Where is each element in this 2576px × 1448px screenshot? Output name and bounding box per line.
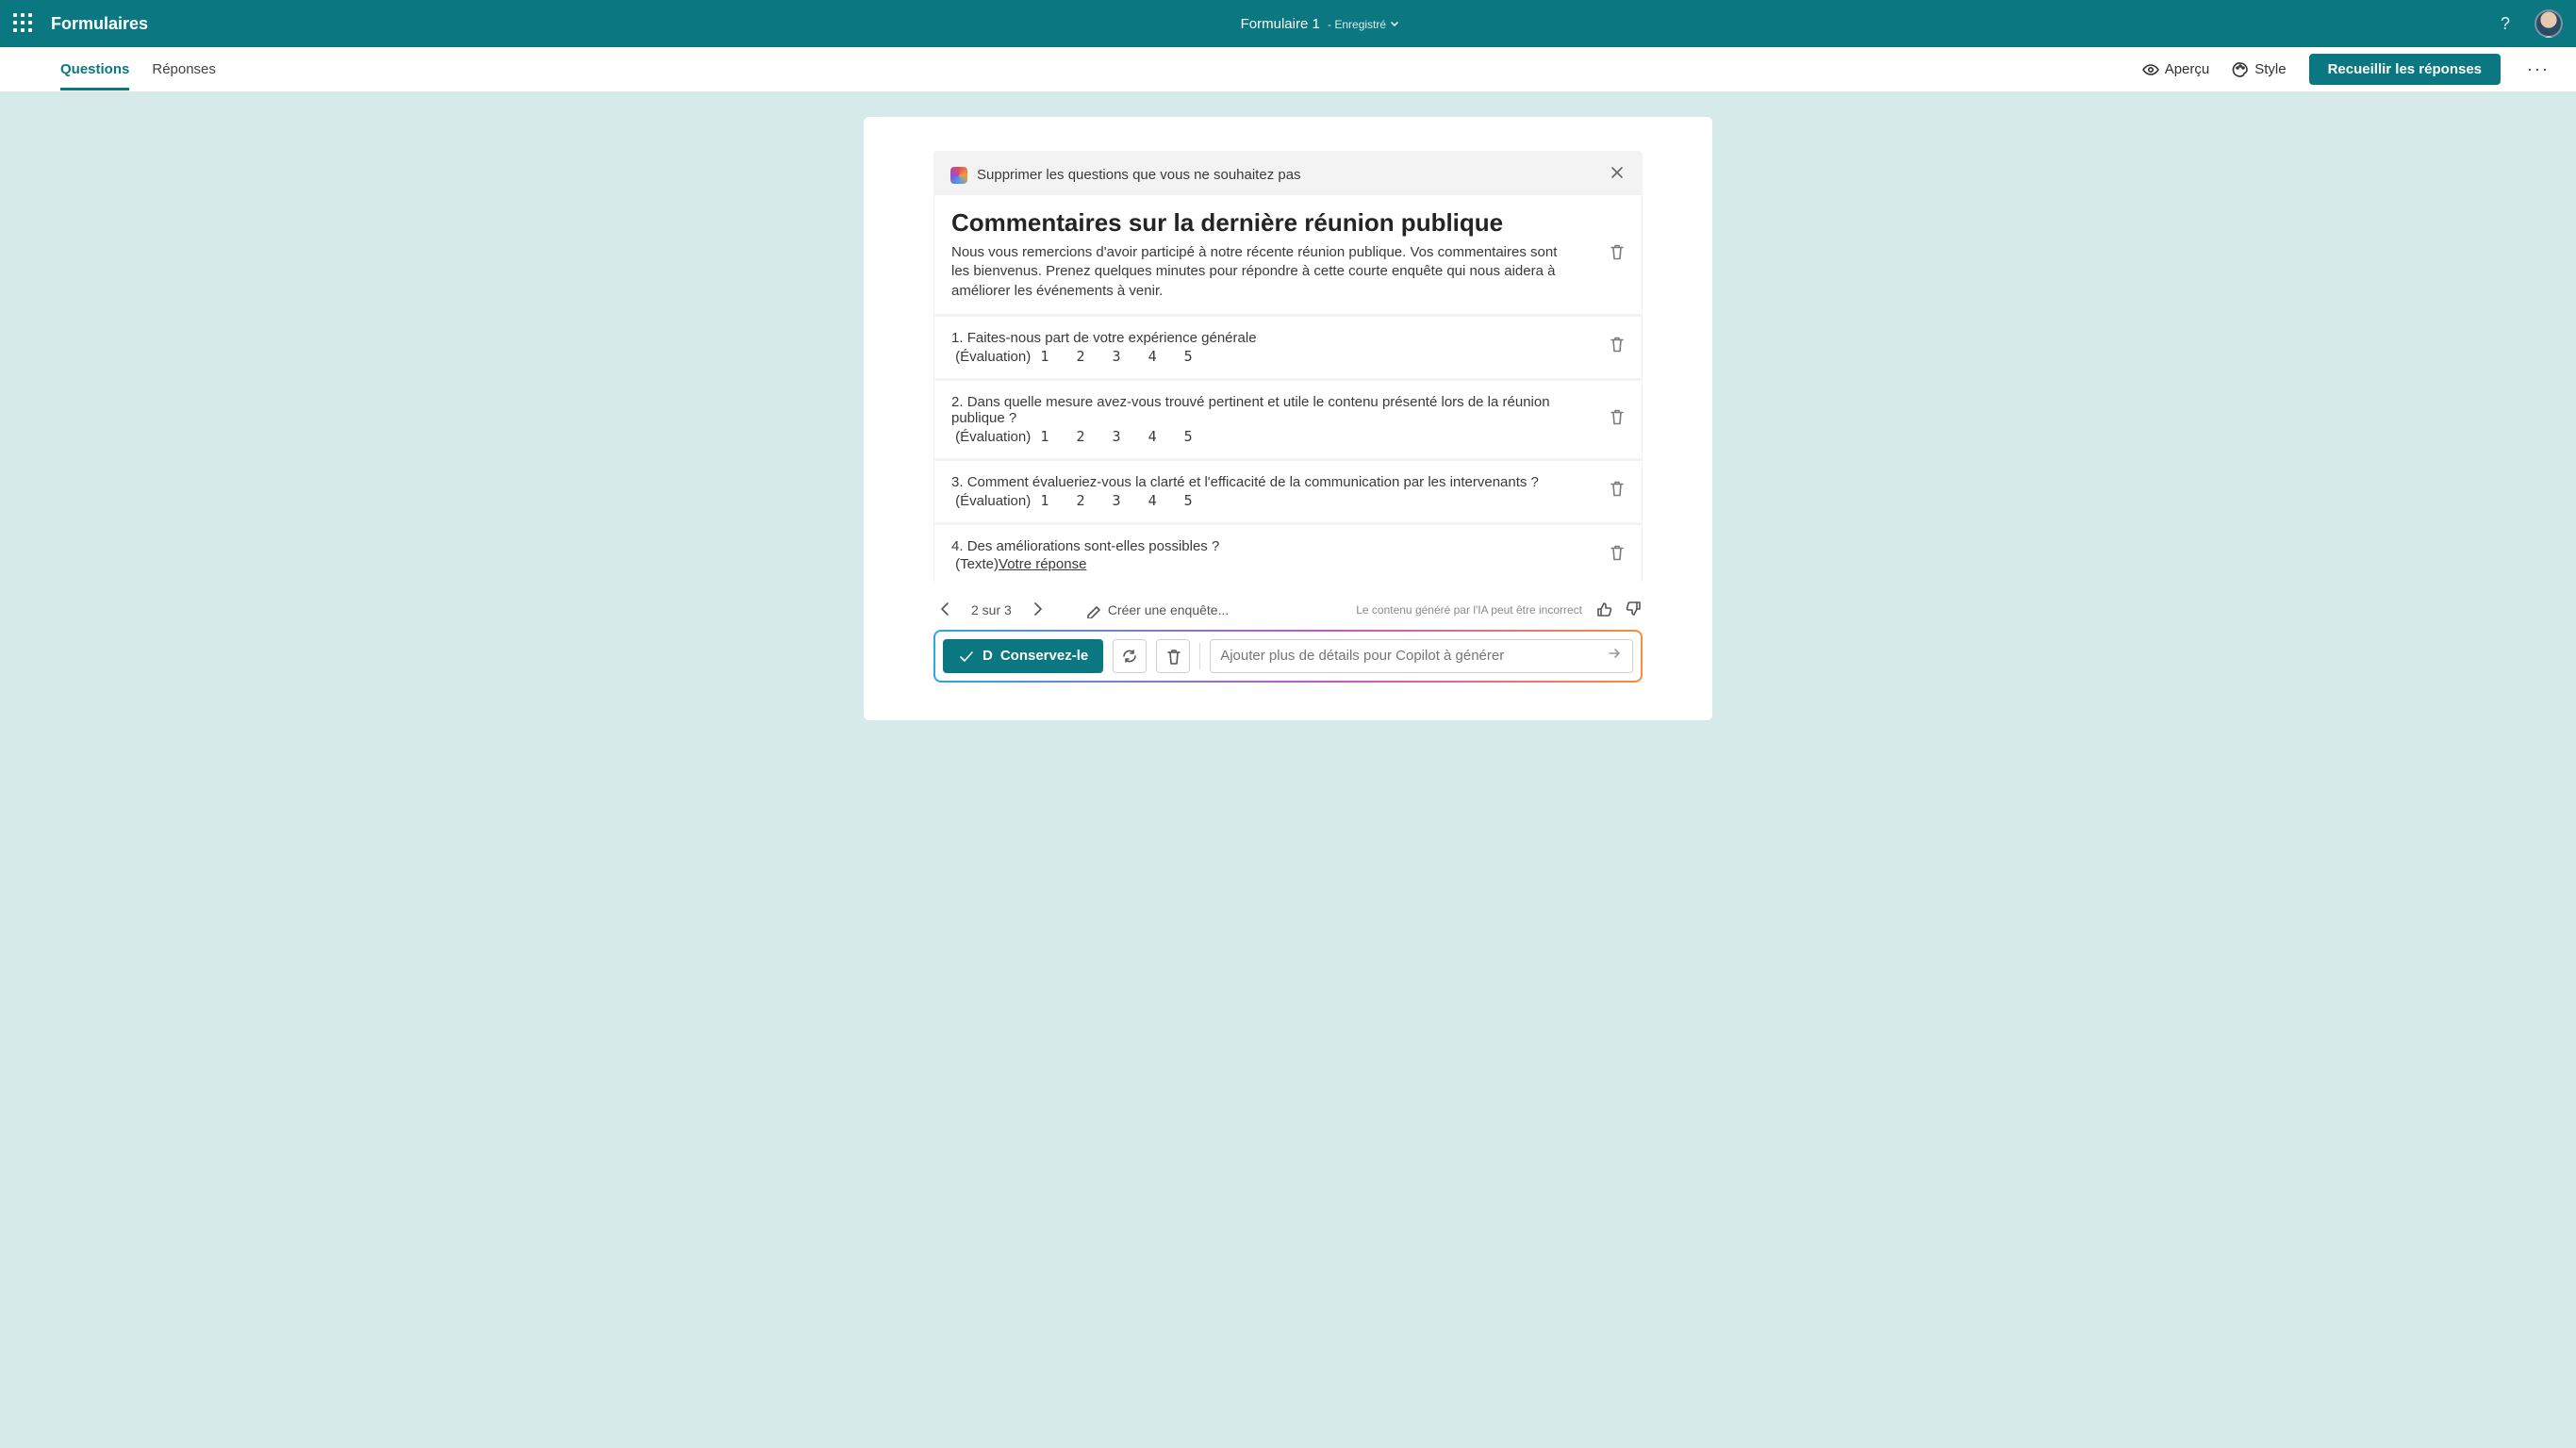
avatar[interactable] — [2535, 9, 2563, 38]
document-title[interactable]: Formulaire 1 - Enregistré — [165, 16, 2476, 32]
chevron-down-icon — [1389, 18, 1400, 29]
toolbar: Questions Réponses Aperçu Style Recueill… — [0, 47, 2576, 92]
question-meta: (Évaluation) 1 2 3 4 5 — [951, 348, 1625, 365]
trash-icon — [1164, 648, 1181, 665]
ai-disclaimer: Le contenu généré par l'IA peut être inc… — [1356, 603, 1582, 617]
pager-label: 2 sur 3 — [971, 602, 1012, 617]
copilot-banner: Supprimer les questions que vous ne souh… — [933, 151, 1643, 195]
pencil-icon — [1085, 601, 1102, 618]
question-card[interactable]: 2. Dans quelle mesure avez-vous trouvé p… — [934, 381, 1642, 458]
create-survey-label: Créer une enquête... — [1108, 602, 1229, 617]
thumbs-up-icon — [1595, 601, 1612, 617]
form-header-card: Commentaires sur la dernière réunion pub… — [934, 195, 1642, 314]
question-text: 2. Dans quelle mesure avez-vous trouvé p… — [951, 394, 1625, 426]
eye-icon — [2142, 61, 2159, 78]
send-button[interactable] — [1606, 645, 1623, 666]
tabs: Questions Réponses — [23, 49, 216, 90]
chevron-right-icon — [1029, 601, 1046, 617]
next-suggestion-button[interactable] — [1025, 599, 1049, 622]
style-button[interactable]: Style — [2232, 61, 2286, 78]
form-title[interactable]: Commentaires sur la dernière réunion pub… — [951, 208, 1625, 238]
keep-label: Conservez-le — [1000, 648, 1088, 664]
thumbs-up-button[interactable] — [1595, 601, 1612, 620]
app-launcher-icon[interactable] — [13, 13, 34, 34]
question-text: 4. Des améliorations sont-elles possible… — [951, 538, 1625, 554]
question-card[interactable]: 3. Comment évalueriez-vous la clarté et … — [934, 461, 1642, 522]
question-card[interactable]: 4. Des améliorations sont-elles possible… — [934, 525, 1642, 585]
palette-icon — [2232, 61, 2249, 78]
document-name: Formulaire 1 — [1241, 16, 1320, 32]
collect-responses-button[interactable]: Recueillir les réponses — [2309, 54, 2501, 85]
tab-responses[interactable]: Réponses — [152, 49, 216, 90]
copilot-banner-text: Supprimer les questions que vous ne souh… — [977, 167, 1301, 183]
app-name: Formulaires — [51, 14, 148, 34]
copilot-footer: 2 sur 3 Créer une enquête... Le contenu … — [933, 599, 1643, 622]
tab-questions[interactable]: Questions — [60, 49, 129, 90]
close-icon[interactable] — [1609, 164, 1626, 186]
preview-button[interactable]: Aperçu — [2142, 61, 2210, 78]
delete-question-button[interactable] — [1608, 407, 1627, 431]
question-meta: (Évaluation) 1 2 3 4 5 — [951, 492, 1625, 509]
trash-icon — [1608, 480, 1627, 499]
trash-icon — [1608, 336, 1627, 354]
trash-icon — [1608, 407, 1627, 426]
refresh-icon — [1121, 648, 1138, 665]
copilot-prompt-field[interactable] — [1210, 639, 1633, 673]
question-text: 1. Faites-nous part de votre expérience … — [951, 330, 1625, 346]
copilot-logo-icon — [950, 167, 967, 184]
discard-button[interactable] — [1156, 639, 1190, 673]
form-page: Supprimer les questions que vous ne souh… — [864, 117, 1712, 720]
copilot-panel: Supprimer les questions que vous ne souh… — [933, 151, 1643, 585]
regenerate-button[interactable] — [1113, 639, 1147, 673]
chevron-left-icon — [937, 601, 954, 617]
arrow-right-icon — [1606, 645, 1623, 662]
top-bar: Formulaires Formulaire 1 - Enregistré ? — [0, 0, 2576, 47]
question-meta: (Évaluation) 1 2 3 4 5 — [951, 428, 1625, 445]
question-text: 3. Comment évalueriez-vous la clarté et … — [951, 474, 1625, 490]
more-icon[interactable]: ··· — [2523, 59, 2553, 79]
question-card[interactable]: 1. Faites-nous part de votre expérience … — [934, 317, 1642, 378]
trash-icon — [1608, 242, 1627, 261]
copilot-prompt-input[interactable] — [1220, 648, 1606, 664]
help-icon[interactable]: ? — [2493, 10, 2518, 38]
trash-icon — [1608, 543, 1627, 562]
delete-question-button[interactable] — [1608, 480, 1627, 503]
saved-state: - Enregistré — [1328, 18, 1400, 31]
prev-suggestion-button[interactable] — [933, 599, 958, 622]
preview-label: Aperçu — [2165, 61, 2210, 77]
style-label: Style — [2254, 61, 2286, 77]
separator — [1199, 643, 1200, 669]
keep-button[interactable]: D Conservez-le — [943, 639, 1103, 673]
delete-question-button[interactable] — [1608, 543, 1627, 567]
question-meta: (Texte)Votre réponse — [951, 556, 1625, 572]
delete-question-button[interactable] — [1608, 336, 1627, 359]
thumbs-down-button[interactable] — [1626, 601, 1643, 620]
thumbs-down-icon — [1626, 601, 1643, 617]
create-survey-button[interactable]: Créer une enquête... — [1085, 601, 1229, 618]
form-description[interactable]: Nous vous remercions d'avoir participé à… — [951, 243, 1625, 301]
copilot-action-bar: D Conservez-le — [933, 630, 1643, 683]
check-icon — [958, 648, 975, 665]
delete-header-button[interactable] — [1608, 242, 1627, 266]
stage: Supprimer les questions que vous ne souh… — [0, 92, 2576, 1448]
